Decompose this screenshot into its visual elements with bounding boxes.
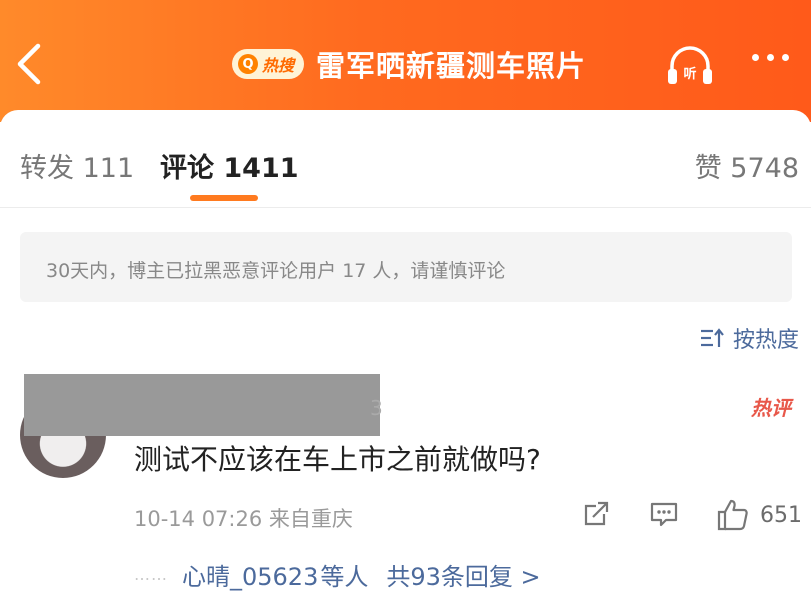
share-icon[interactable] — [580, 498, 612, 530]
search-icon: Q — [238, 54, 258, 74]
listen-label: 听 — [683, 66, 696, 82]
redacted-username — [24, 374, 380, 436]
reply-total[interactable]: 共93条回复 > — [386, 557, 540, 592]
like-count: 651 — [760, 502, 802, 528]
hot-search-tag[interactable]: Q 热搜 — [232, 49, 305, 79]
page-title: 雷军晒新疆测车照片 — [316, 49, 587, 83]
tab-like[interactable]: 赞 5748 — [695, 146, 799, 185]
view-replies-link[interactable]: …… 心晴_05623 等人 共93条回复 > — [134, 557, 541, 592]
reply-user[interactable]: 心晴_05623 — [182, 557, 318, 592]
reply-mid-text: 等人 — [320, 563, 369, 591]
tab-comment[interactable]: 评论 1411 — [160, 146, 299, 185]
comment-icon[interactable] — [648, 498, 680, 530]
reply-dots: …… — [134, 565, 168, 584]
hot-search-label: 热搜 — [262, 56, 295, 75]
moderation-notice: 30天内，博主已拉黑恶意评论用户 17 人，请谨慎评论 — [20, 232, 792, 302]
sort-label: 按热度 — [732, 328, 799, 353]
sort-by-hot-button[interactable]: 按热度 — [699, 322, 799, 354]
more-dots-icon[interactable] — [752, 54, 789, 61]
sort-icon — [700, 328, 724, 347]
title-area[interactable]: Q 热搜 雷军晒新疆测车照片 — [232, 38, 586, 90]
active-tab-indicator — [190, 195, 258, 201]
top-bar: Q 热搜 雷军晒新疆测车照片 听 — [0, 0, 811, 122]
hot-comment-badge: 热评 — [751, 396, 791, 420]
comment-meta: 10-14 07:26 来自重庆 — [134, 507, 353, 531]
headphones-icon[interactable]: 听 — [665, 42, 715, 88]
username-tail: 3 — [370, 396, 383, 420]
comment-text: 测试不应该在车上市之前就做吗? — [134, 443, 541, 476]
back-arrow-icon[interactable] — [10, 40, 50, 88]
thumbs-up-icon — [717, 499, 748, 531]
like-button[interactable]: 651 — [716, 498, 802, 532]
tab-bar: 转发 111 评论 1411 赞 5748 — [0, 120, 811, 208]
tab-repost[interactable]: 转发 111 — [20, 146, 134, 185]
